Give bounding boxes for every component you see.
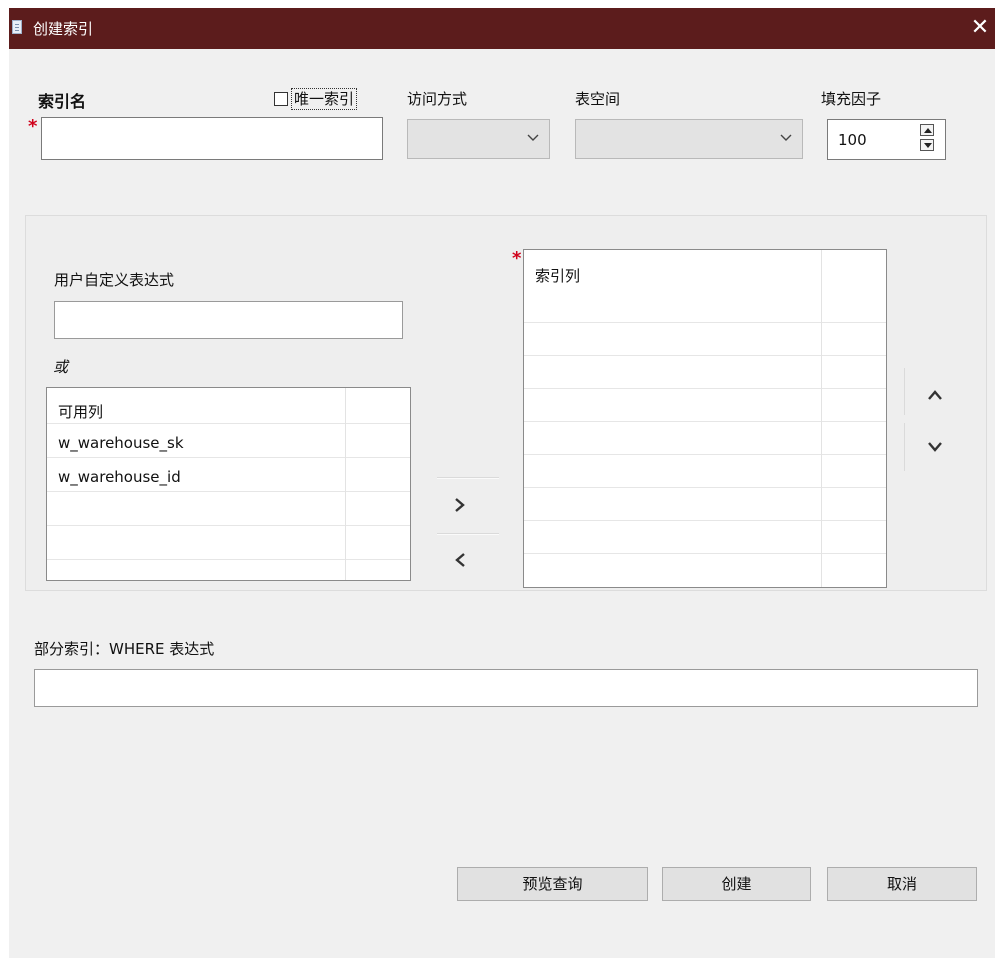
move-up-button[interactable] bbox=[920, 381, 950, 411]
unique-index-label[interactable]: 唯一索引 bbox=[291, 88, 358, 110]
available-columns-list[interactable]: 可用列 w_warehouse_sk w_warehouse_id bbox=[46, 387, 411, 581]
column-divider bbox=[345, 388, 346, 580]
available-columns-header: 可用列 bbox=[58, 403, 104, 421]
list-item[interactable] bbox=[524, 422, 886, 455]
dialog-title: 创建索引 bbox=[33, 20, 94, 38]
separator bbox=[437, 477, 499, 479]
remove-column-button[interactable] bbox=[446, 545, 476, 575]
list-item[interactable] bbox=[524, 488, 886, 521]
spin-down-button[interactable] bbox=[920, 139, 934, 151]
triangle-up-icon bbox=[924, 128, 932, 133]
list-item[interactable] bbox=[524, 554, 886, 586]
index-name-input[interactable] bbox=[41, 117, 383, 160]
fill-factor-spinner[interactable]: 100 bbox=[827, 119, 946, 160]
custom-expression-label: 用户自定义表达式 bbox=[54, 271, 175, 289]
separator bbox=[437, 533, 499, 535]
index-columns-list[interactable]: 索引列 bbox=[523, 249, 887, 588]
list-item[interactable] bbox=[524, 389, 886, 422]
custom-expression-input[interactable] bbox=[54, 301, 403, 339]
list-item[interactable]: w_warehouse_id bbox=[47, 458, 410, 492]
list-item[interactable] bbox=[47, 526, 410, 560]
add-column-button[interactable] bbox=[446, 490, 476, 520]
list-item[interactable] bbox=[47, 560, 410, 580]
index-columns-header: 索引列 bbox=[535, 267, 581, 285]
required-marker: * bbox=[512, 248, 522, 269]
separator bbox=[904, 368, 905, 415]
where-expression-label: 部分索引：WHERE 表达式 bbox=[34, 640, 215, 658]
chevron-right-icon bbox=[455, 498, 465, 512]
tablespace-select[interactable] bbox=[575, 119, 803, 159]
cancel-button[interactable]: 取消 bbox=[827, 867, 977, 901]
triangle-down-icon bbox=[924, 143, 932, 148]
document-icon bbox=[12, 20, 22, 34]
create-button[interactable]: 创建 bbox=[662, 867, 811, 901]
list-item[interactable] bbox=[47, 492, 410, 526]
where-expression-input[interactable] bbox=[34, 669, 978, 707]
chevron-down-icon bbox=[780, 134, 792, 141]
preview-query-button[interactable]: 预览查询 bbox=[457, 867, 648, 901]
separator bbox=[904, 423, 905, 471]
title-bar: 创建索引 ✕ bbox=[9, 8, 995, 49]
list-item[interactable] bbox=[524, 521, 886, 554]
chevron-up-icon bbox=[928, 390, 942, 400]
access-method-label: 访问方式 bbox=[407, 90, 468, 108]
tablespace-label: 表空间 bbox=[575, 90, 621, 108]
columns-panel: 用户自定义表达式 或 可用列 w_warehouse_sk w_warehous… bbox=[25, 215, 987, 591]
chevron-down-icon bbox=[527, 134, 539, 141]
access-method-select[interactable] bbox=[407, 119, 550, 159]
move-down-button[interactable] bbox=[920, 433, 950, 463]
column-divider bbox=[821, 250, 822, 587]
close-icon[interactable]: ✕ bbox=[965, 12, 995, 44]
or-label: 或 bbox=[53, 358, 69, 376]
list-item[interactable] bbox=[524, 455, 886, 488]
list-header-row: 索引列 bbox=[524, 250, 886, 323]
chevron-down-icon bbox=[928, 442, 942, 452]
index-name-label: 索引名 bbox=[38, 92, 87, 111]
fill-factor-value: 100 bbox=[838, 131, 867, 149]
list-item[interactable]: w_warehouse_sk bbox=[47, 424, 410, 458]
required-marker: * bbox=[28, 116, 38, 137]
list-item[interactable] bbox=[524, 323, 886, 356]
fill-factor-label: 填充因子 bbox=[821, 90, 882, 108]
unique-index-checkbox[interactable] bbox=[274, 92, 288, 106]
create-index-dialog: 创建索引 ✕ 索引名 * 唯一索引 访问方式 表空间 填充因子 100 用户自定… bbox=[9, 8, 995, 958]
chevron-left-icon bbox=[455, 553, 465, 567]
list-header-row: 可用列 bbox=[47, 388, 410, 424]
spin-up-button[interactable] bbox=[920, 124, 934, 136]
list-item[interactable] bbox=[524, 356, 886, 389]
